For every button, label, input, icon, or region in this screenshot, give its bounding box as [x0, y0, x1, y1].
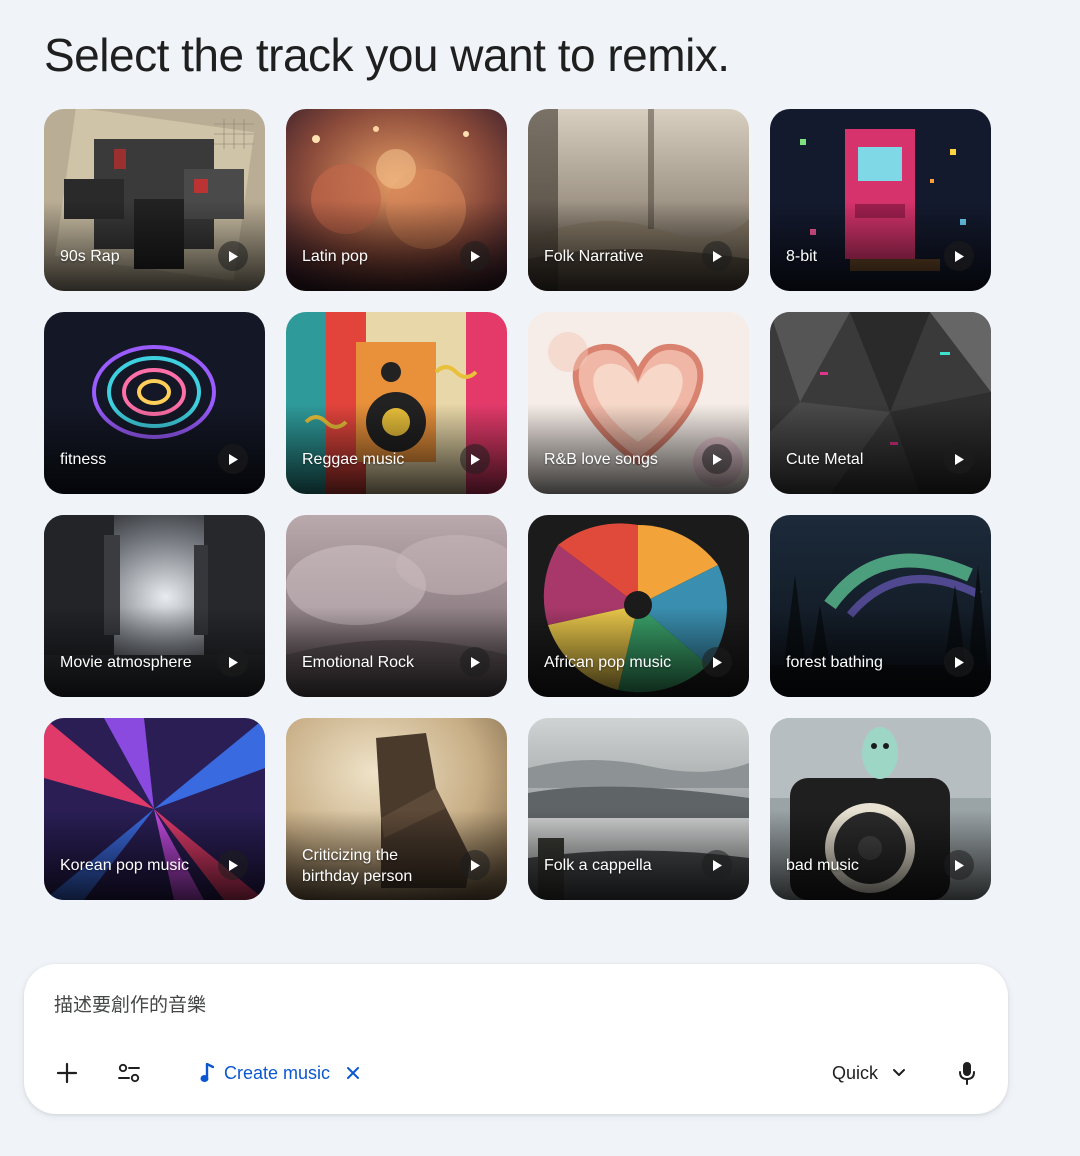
track-label: Korean pop music — [60, 857, 189, 874]
play-button[interactable] — [702, 647, 732, 677]
play-icon — [471, 859, 480, 871]
play-icon — [229, 453, 238, 465]
play-icon — [229, 859, 238, 871]
track-label: Movie atmosphere — [60, 654, 192, 671]
track-card-emotional-rock[interactable]: Emotional Rock — [286, 515, 507, 697]
play-icon — [471, 453, 480, 465]
prompt-input[interactable] — [54, 994, 654, 1016]
track-label: Cute Metal — [786, 451, 864, 468]
plus-icon — [56, 1062, 78, 1084]
page-title: Select the track you want to remix. — [44, 29, 730, 81]
track-card-african-pop-music[interactable]: African pop music — [528, 515, 749, 697]
play-icon — [955, 656, 964, 668]
play-button[interactable] — [460, 850, 490, 880]
play-icon — [955, 453, 964, 465]
tune-icon — [118, 1063, 140, 1083]
play-icon — [229, 656, 238, 668]
track-label: Reggae music — [302, 451, 405, 468]
chevron-down-icon — [893, 1069, 906, 1076]
tools-button[interactable] — [114, 1058, 144, 1088]
add-button[interactable] — [52, 1058, 82, 1088]
play-icon — [471, 250, 480, 262]
mode-selector[interactable]: Quick — [832, 1058, 906, 1088]
track-label: R&B love songs — [544, 451, 658, 468]
track-card-forest-bathing[interactable]: forest bathing — [770, 515, 991, 697]
play-icon — [713, 656, 722, 668]
play-icon — [955, 250, 964, 262]
track-card-cute-metal[interactable]: Cute Metal — [770, 312, 991, 494]
track-card-folk-a-cappella[interactable]: Folk a cappella — [528, 718, 749, 900]
track-label: African pop music — [544, 654, 672, 671]
track-card-reggae-music[interactable]: Reggae music — [286, 312, 507, 494]
play-icon — [955, 859, 964, 871]
play-icon — [713, 250, 722, 262]
prompt-composer: Create music Quick — [24, 964, 1008, 1114]
track-card-latin-pop[interactable]: Latin pop — [286, 109, 507, 291]
close-icon — [347, 1067, 360, 1079]
track-label: 8-bit — [786, 248, 818, 265]
play-icon — [713, 859, 722, 871]
track-label: fitness — [60, 451, 107, 468]
play-button[interactable] — [944, 241, 974, 271]
play-button[interactable] — [218, 241, 248, 271]
play-icon — [229, 250, 238, 262]
track-label: Latin pop — [302, 248, 368, 265]
track-card-fitness[interactable]: fitness — [44, 312, 265, 494]
play-button[interactable] — [460, 647, 490, 677]
create-music-label: Create music — [224, 1062, 331, 1083]
track-label: Emotional Rock — [302, 654, 415, 671]
play-icon — [713, 453, 722, 465]
play-button[interactable] — [944, 647, 974, 677]
remove-chip-button[interactable] — [346, 1066, 360, 1080]
play-button[interactable] — [702, 850, 732, 880]
track-label: 90s Rap — [60, 248, 120, 265]
track-label: forest bathing — [786, 654, 883, 671]
play-button[interactable] — [460, 444, 490, 474]
play-button[interactable] — [944, 850, 974, 880]
track-card-bad-music[interactable]: bad music — [770, 718, 991, 900]
track-card-korean-pop-music[interactable]: Korean pop music — [44, 718, 265, 900]
microphone-button[interactable] — [952, 1058, 982, 1088]
play-button[interactable] — [460, 241, 490, 271]
track-grid: 90s Rap Latin pop Folk Narrative 8-bit f… — [44, 109, 991, 900]
music-note-icon — [200, 1063, 214, 1082]
remix-page: Select the track you want to remix. 90s … — [0, 0, 1080, 1156]
mic-icon — [959, 1062, 975, 1085]
play-button[interactable] — [218, 444, 248, 474]
play-button[interactable] — [218, 850, 248, 880]
track-card-criticizing-the-birthday-person[interactable]: Criticizing the birthday person — [286, 718, 507, 900]
track-card-folk-narrative[interactable]: Folk Narrative — [528, 109, 749, 291]
track-label: Folk a cappella — [544, 857, 652, 874]
create-music-chip[interactable]: Create music — [200, 1058, 360, 1088]
play-button[interactable] — [702, 241, 732, 271]
track-card-movie-atmosphere[interactable]: Movie atmosphere — [44, 515, 265, 697]
play-button[interactable] — [218, 647, 248, 677]
track-card-8-bit[interactable]: 8-bit — [770, 109, 991, 291]
track-label: bad music — [786, 857, 859, 874]
track-card-90s-rap[interactable]: 90s Rap — [44, 109, 265, 291]
play-button[interactable] — [944, 444, 974, 474]
play-icon — [471, 656, 480, 668]
track-label: Criticizing the birthday person — [302, 847, 413, 885]
mode-label: Quick — [832, 1062, 879, 1083]
track-label: Folk Narrative — [544, 248, 644, 265]
play-button[interactable] — [702, 444, 732, 474]
track-card-rnb-love-songs[interactable]: R&B love songs — [528, 312, 749, 494]
